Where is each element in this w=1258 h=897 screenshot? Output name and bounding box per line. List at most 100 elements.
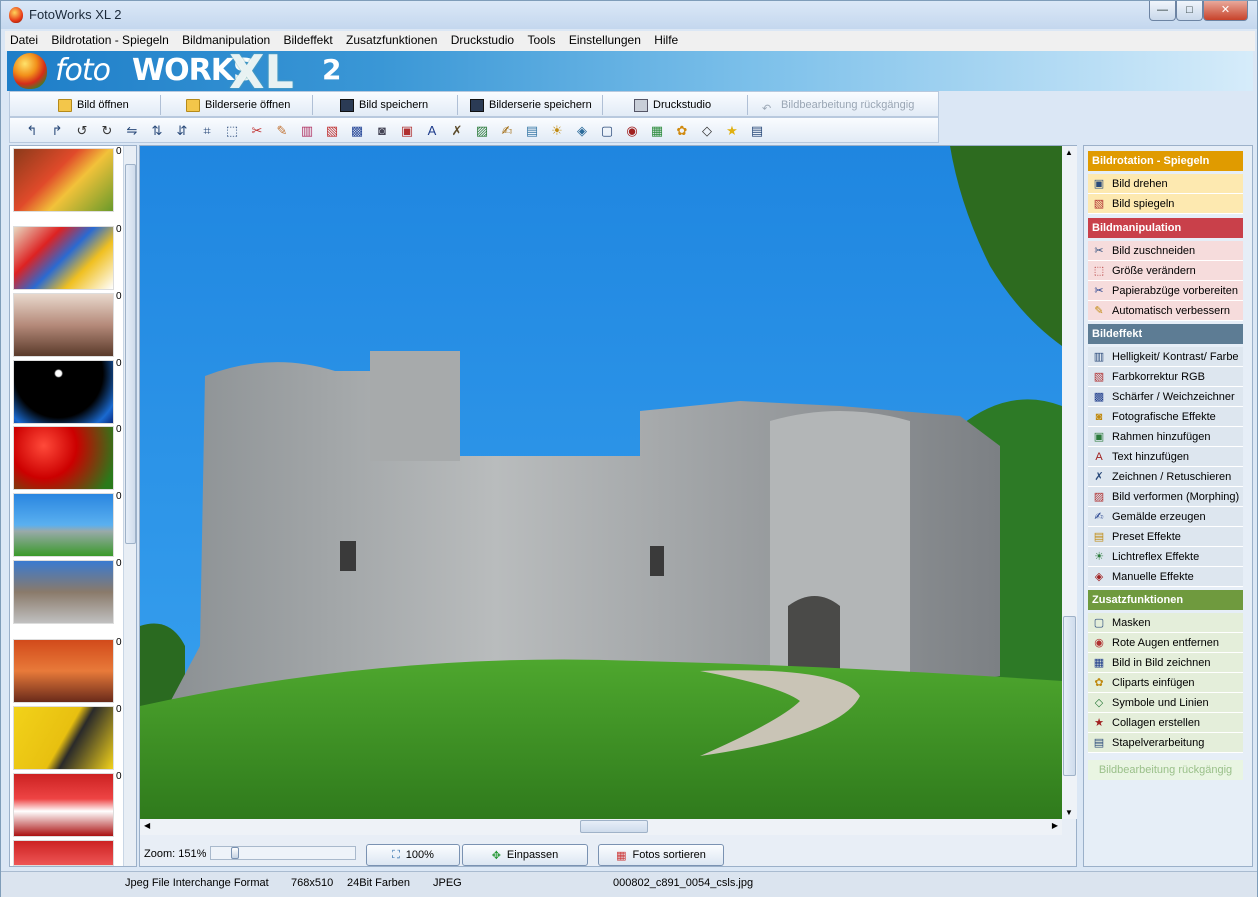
menu-druckstudio[interactable]: Druckstudio [446,31,519,49]
save-image-button[interactable]: Bild speichern [340,95,428,115]
menu-datei[interactable]: Datei [5,31,43,49]
section-extras[interactable]: Zusatzfunktionen [1088,590,1243,610]
menu-bildrotation[interactable]: Bildrotation - Spiegeln [46,31,173,49]
menu-zusatzfunktionen[interactable]: Zusatzfunktionen [341,31,442,49]
thumbnail-item[interactable] [13,293,114,357]
camera-icon[interactable]: ◙ [374,123,390,139]
save-series-button[interactable]: Bilderserie speichern [470,95,592,115]
undo-button[interactable]: ↶ Bildbearbeitung rückgängig [762,95,914,115]
flip-icon[interactable]: ⇅ [149,123,165,139]
menu-hilfe[interactable]: Hilfe [649,31,683,49]
mirror-icon[interactable]: ⇋ [124,123,140,139]
thumbnail-item[interactable] [13,840,114,866]
rotate-right-icon[interactable]: ↱ [49,123,65,139]
rotate-left-icon[interactable]: ↰ [24,123,40,139]
panel-item-effect-11[interactable]: ◈ Manuelle Effekte [1088,567,1243,587]
panel-item-effect-5[interactable]: A Text hinzufügen [1088,447,1243,467]
close-button[interactable]: ✕ [1203,1,1248,21]
panel-item-effect-2[interactable]: ▩ Schärfer / Weichzeichner [1088,387,1243,407]
levels-icon[interactable]: ▥ [299,123,315,139]
crop-icon[interactable]: ⌗ [199,123,215,139]
rotate-ccw-icon[interactable]: ↺ [74,123,90,139]
panel-item-manipulation-1[interactable]: ⬚ Größe verändern [1088,261,1243,281]
panel-item-effect-9[interactable]: ▤ Preset Effekte [1088,527,1243,547]
panel-item-manipulation-0[interactable]: ✂ Bild zuschneiden [1088,241,1243,261]
panel-item-effect-8[interactable]: ✍ Gemälde erzeugen [1088,507,1243,527]
thumbnail-scrollbar[interactable] [123,146,136,866]
zoom-slider[interactable] [210,846,356,860]
resize-icon[interactable]: ⬚ [224,123,240,139]
pip-icon[interactable]: ▦ [649,123,665,139]
open-series-button[interactable]: Bilderserie öffnen [186,95,290,115]
zoom-slider-knob[interactable] [231,847,239,859]
scroll-down-arrow-icon[interactable]: ▼ [1065,808,1073,817]
flip-vertical-icon[interactable]: ⇵ [174,123,190,139]
redeye-icon[interactable]: ◉ [624,123,640,139]
clipart-icon[interactable]: ✿ [674,123,690,139]
main-photo-castle[interactable] [140,146,1062,819]
canvas-vertical-scrollbar[interactable]: ▲ ▼ [1062,146,1077,819]
text-icon[interactable]: A [424,123,440,139]
fit-button[interactable]: ✥ Einpassen [462,844,588,866]
symbols-icon[interactable]: ◇ [699,123,715,139]
panel-item-extras-4[interactable]: ◇ Symbole und Linien [1088,693,1243,713]
wand-icon[interactable]: ✎ [274,123,290,139]
sort-photos-button[interactable]: ▦ Fotos sortieren [598,844,724,866]
panel-item-effect-10[interactable]: ☀ Lichtreflex Effekte [1088,547,1243,567]
canvas-horizontal-scrollbar[interactable]: ◀ ▶ [140,819,1062,835]
panel-item-manipulation-2[interactable]: ✂ Papierabzüge vorbereiten [1088,281,1243,301]
open-image-button[interactable]: Bild öffnen [58,95,129,115]
panel-item-extras-6[interactable]: ▤ Stapelverarbeitung [1088,733,1243,753]
panel-item-effect-1[interactable]: ▧ Farbkorrektur RGB [1088,367,1243,387]
thumbnail-item[interactable] [13,639,114,703]
title-bar[interactable]: FotoWorks XL 2 — □ ✕ [1,1,1257,29]
scroll-left-arrow-icon[interactable]: ◀ [144,821,150,830]
panel-item-extras-3[interactable]: ✿ Cliparts einfügen [1088,673,1243,693]
print-studio-button[interactable]: Druckstudio [634,95,711,115]
scissors-icon[interactable]: ✂ [249,123,265,139]
zoom-100-button[interactable]: ⛶ 100% [366,844,460,866]
rgb-icon[interactable]: ▧ [324,123,340,139]
mask-icon[interactable]: ▢ [599,123,615,139]
draw-icon[interactable]: ✗ [449,123,465,139]
scroll-thumb[interactable] [580,820,648,833]
panel-item-manipulation-3[interactable]: ✎ Automatisch verbessern [1088,301,1243,321]
scroll-right-arrow-icon[interactable]: ▶ [1052,821,1058,830]
panel-undo-button[interactable]: Bildbearbeitung rückgängig [1088,760,1243,780]
panel-item-effect-7[interactable]: ▨ Bild verformen (Morphing) [1088,487,1243,507]
section-manipulation[interactable]: Bildmanipulation [1088,218,1243,238]
star-icon[interactable]: ★ [724,123,740,139]
manual-icon[interactable]: ◈ [574,123,590,139]
panel-item-effect-0[interactable]: ▥ Helligkeit/ Kontrast/ Farbe [1088,347,1243,367]
menu-einstellungen[interactable]: Einstellungen [564,31,646,49]
section-effect[interactable]: Bildeffekt [1088,324,1243,344]
scroll-up-arrow-icon[interactable]: ▲ [1065,148,1073,157]
panel-item-effect-4[interactable]: ▣ Rahmen hinzufügen [1088,427,1243,447]
panel-item-effect-3[interactable]: ◙ Fotografische Effekte [1088,407,1243,427]
panel-item-rotation-1[interactable]: ▧ Bild spiegeln [1088,194,1243,214]
painting-icon[interactable]: ✍ [499,123,515,139]
thumbnail-item[interactable] [13,773,114,837]
panel-item-rotation-0[interactable]: ▣ Bild drehen [1088,174,1243,194]
panel-item-effect-6[interactable]: ✗ Zeichnen / Retuschieren [1088,467,1243,487]
rotate-cw-icon[interactable]: ↻ [99,123,115,139]
thumbnail-item[interactable] [13,426,114,490]
thumbnail-item[interactable] [13,493,114,557]
preset-icon[interactable]: ▤ [524,123,540,139]
thumbnail-item[interactable] [13,148,114,212]
panel-item-extras-2[interactable]: ▦ Bild in Bild zeichnen [1088,653,1243,673]
thumbnail-item[interactable] [13,560,114,624]
minimize-button[interactable]: — [1149,1,1176,21]
panel-item-extras-5[interactable]: ★ Collagen erstellen [1088,713,1243,733]
scroll-thumb[interactable] [1063,616,1076,776]
thumbnail-item[interactable] [13,360,114,424]
morph-icon[interactable]: ▨ [474,123,490,139]
panel-item-extras-0[interactable]: ▢ Masken [1088,613,1243,633]
thumbnail-item[interactable] [13,706,114,770]
menu-tools[interactable]: Tools [522,31,560,49]
sharpen-icon[interactable]: ▩ [349,123,365,139]
frame-icon[interactable]: ▣ [399,123,415,139]
maximize-button[interactable]: □ [1176,1,1203,21]
section-rotation[interactable]: Bildrotation - Spiegeln [1088,151,1243,171]
batch-icon[interactable]: ▤ [749,123,765,139]
